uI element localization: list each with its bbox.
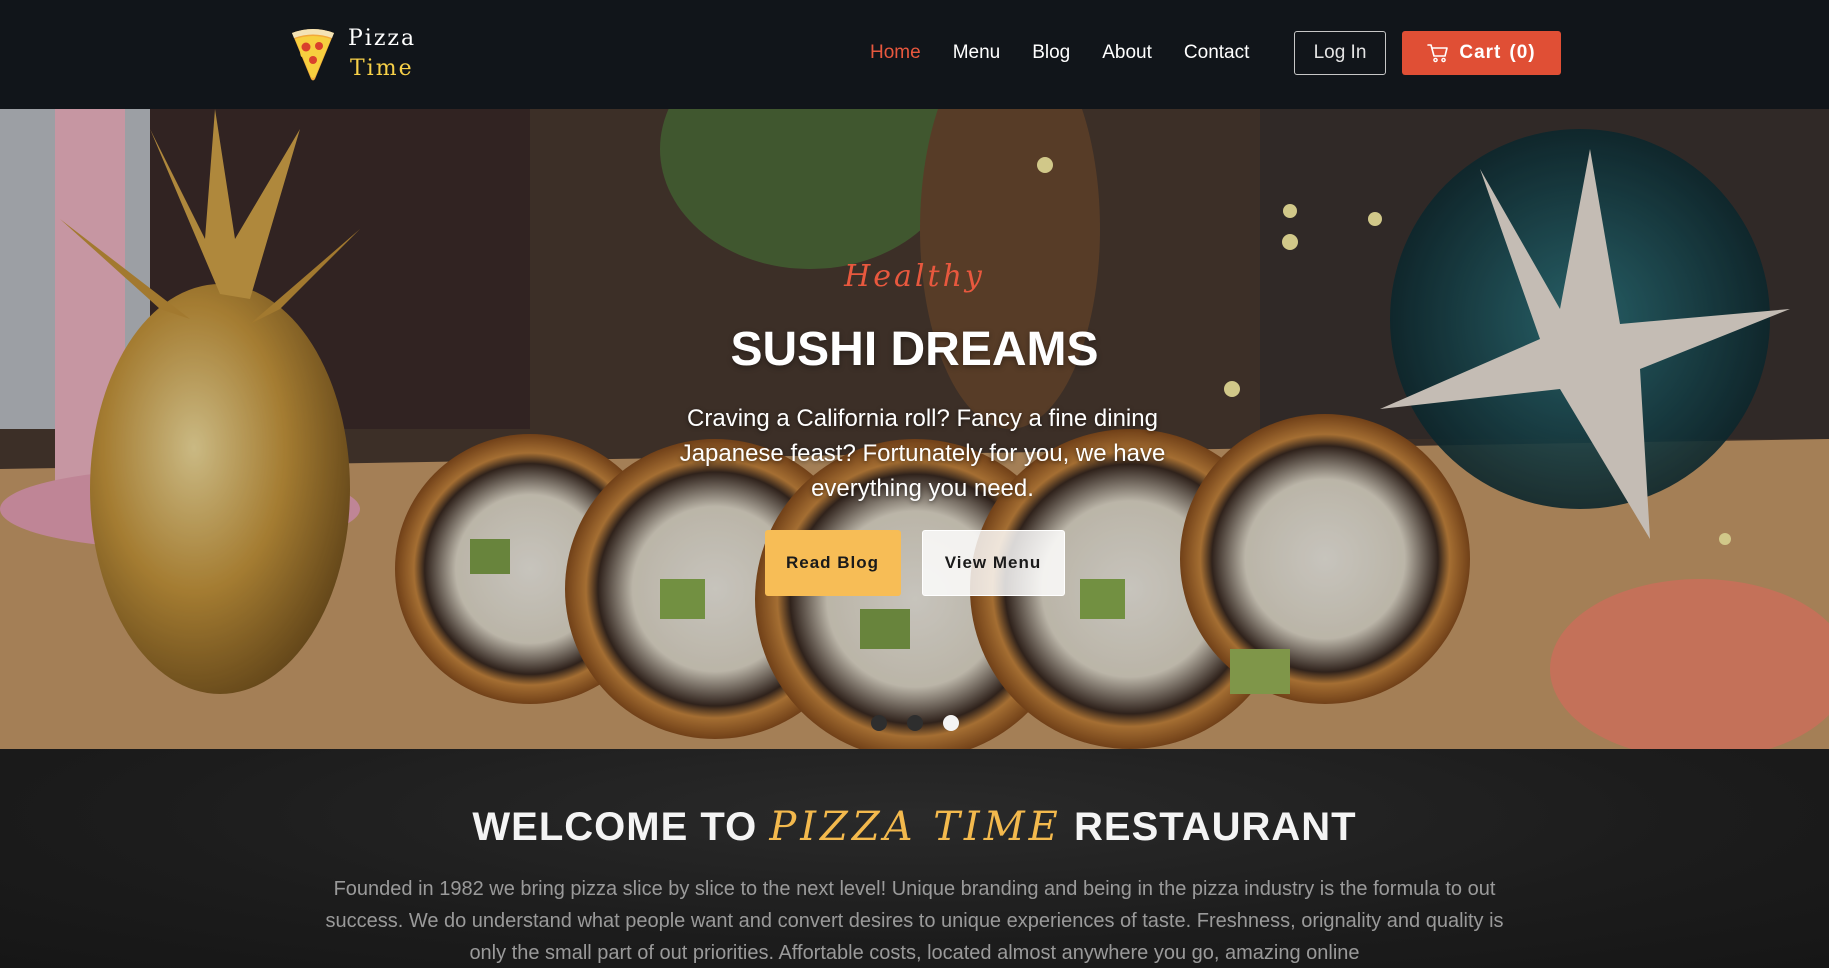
welcome-title: WELCOME TO PIZZA TIME RESTAURANT	[0, 804, 1829, 850]
hero-kicker: Healthy	[844, 259, 985, 294]
slider-dots	[0, 715, 1829, 731]
main-nav: Home Menu Blog About Contact	[870, 36, 1281, 70]
hero-slider: Healthy SUSHI DREAMS Craving a Californi…	[0, 109, 1829, 749]
brand-logo[interactable]: Pizza Time	[288, 26, 428, 82]
welcome-section: WELCOME TO PIZZA TIME RESTAURANT Founded…	[0, 749, 1829, 968]
nav-blog[interactable]: Blog	[1032, 42, 1070, 64]
brand-name-line2: Time	[350, 56, 414, 81]
slider-dot-2[interactable]	[906, 715, 923, 731]
read-blog-button[interactable]: Read Blog	[764, 530, 901, 596]
shopping-cart-icon	[1427, 44, 1449, 63]
hero-title: SUSHI DREAMS	[730, 323, 1099, 376]
slider-dot-3[interactable]	[942, 715, 959, 731]
welcome-title-accent: PIZZA TIME	[769, 804, 1062, 850]
cart-count: (0)	[1509, 42, 1536, 63]
nav-home[interactable]: Home	[870, 42, 921, 64]
pizza-slice-icon	[292, 29, 334, 81]
hero-actions: Read Blog View Menu	[0, 530, 1829, 596]
nav-contact[interactable]: Contact	[1184, 42, 1249, 64]
hero-description: Craving a California roll? Fancy a fine …	[679, 405, 1166, 502]
cart-label: Cart	[1459, 42, 1502, 63]
navbar: Pizza Time Home Menu Blog About Contact …	[0, 0, 1829, 109]
brand-name-line1: Pizza	[348, 26, 417, 51]
cart-button[interactable]: Cart (0)	[1402, 31, 1561, 75]
welcome-title-prefix: WELCOME TO	[472, 805, 758, 849]
view-menu-button[interactable]: View Menu	[921, 530, 1065, 596]
nav-about[interactable]: About	[1102, 42, 1152, 64]
nav-menu[interactable]: Menu	[953, 42, 1001, 64]
welcome-text: Founded in 1982 we bring pizza slice by …	[325, 878, 1504, 964]
slider-dot-1[interactable]	[870, 715, 887, 731]
welcome-title-suffix: RESTAURANT	[1074, 805, 1357, 849]
login-button[interactable]: Log In	[1294, 31, 1386, 75]
